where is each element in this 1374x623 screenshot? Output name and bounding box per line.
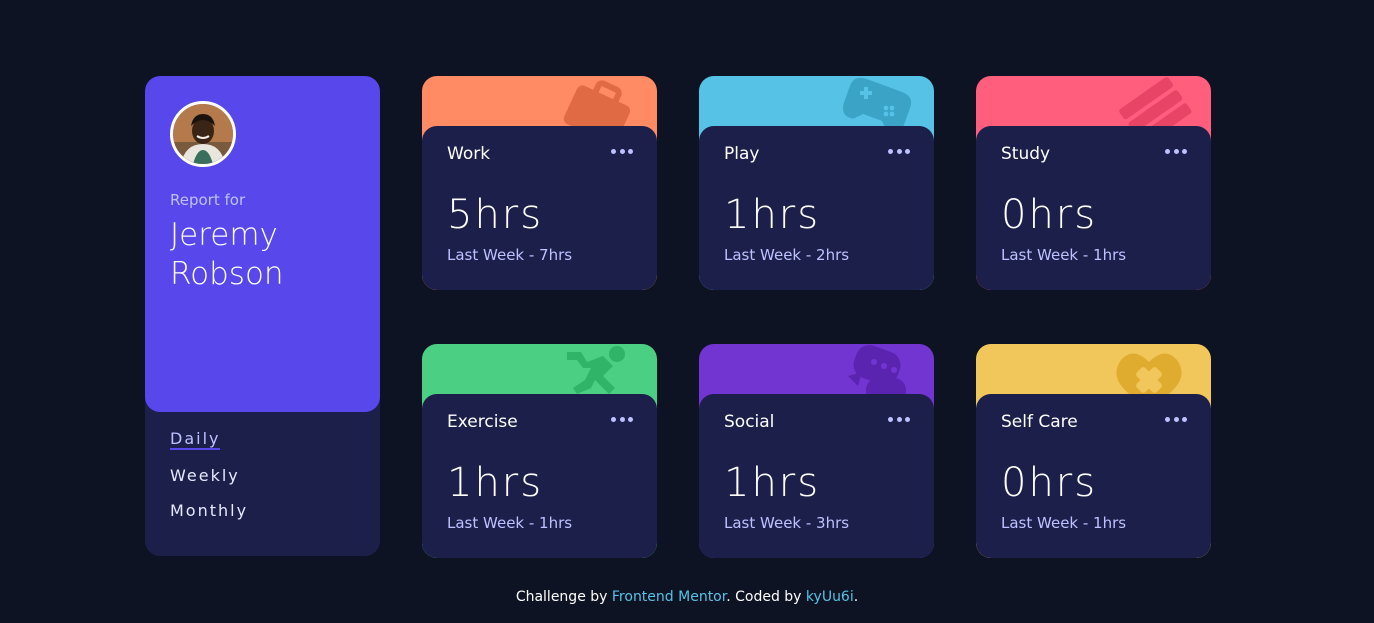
author-link[interactable]: kyUu6i: [806, 589, 854, 605]
attribution-footer: Challenge by Frontend Mentor. Coded by k…: [0, 589, 1374, 605]
activity-card-body[interactable]: Work 5hrs Last Week - 7hrs: [422, 126, 657, 290]
activity-card-body[interactable]: Play 1hrs Last Week - 2hrs: [699, 126, 934, 290]
profile-header: Report for Jeremy Robson: [145, 76, 380, 412]
previous-hours: Last Week - 1hrs: [447, 514, 573, 532]
current-hours: 5hrs: [447, 192, 544, 238]
activity-card-body[interactable]: Exercise 1hrs Last Week - 1hrs: [422, 394, 657, 558]
previous-hours: Last Week - 7hrs: [447, 246, 573, 264]
footer-prefix: Challenge by: [515, 589, 612, 605]
activity-card-play: Play 1hrs Last Week - 2hrs: [699, 76, 934, 290]
activity-title: Play: [724, 144, 760, 164]
activity-card-study: Study 0hrs Last Week - 1hrs: [976, 76, 1211, 290]
activity-title: Work: [447, 144, 491, 164]
activity-title: Study: [1001, 144, 1051, 164]
activity-title: Self Care: [1001, 412, 1078, 432]
previous-hours: Last Week - 1hrs: [1001, 246, 1127, 264]
ellipsis-icon[interactable]: [611, 144, 633, 158]
period-monthly[interactable]: Monthly: [170, 501, 248, 520]
ellipsis-icon[interactable]: [888, 144, 910, 158]
footer-middle: . Coded by: [726, 589, 806, 605]
ellipsis-icon[interactable]: [888, 412, 910, 426]
frontend-mentor-link[interactable]: Frontend Mentor: [612, 589, 726, 605]
activity-card-self-care: Self Care 0hrs Last Week - 1hrs: [976, 344, 1211, 558]
ellipsis-icon[interactable]: [1165, 144, 1187, 158]
current-hours: 1hrs: [724, 192, 821, 238]
footer-suffix: .: [853, 589, 859, 605]
user-name: Jeremy Robson: [170, 217, 284, 292]
current-hours: 1hrs: [447, 460, 544, 506]
activity-card-social: Social 1hrs Last Week - 3hrs: [699, 344, 934, 558]
previous-hours: Last Week - 1hrs: [1001, 514, 1127, 532]
period-weekly[interactable]: Weekly: [170, 466, 240, 485]
current-hours: 0hrs: [1001, 460, 1098, 506]
previous-hours: Last Week - 2hrs: [724, 246, 850, 264]
activity-card-work: Work 5hrs Last Week - 7hrs: [422, 76, 657, 290]
period-daily[interactable]: Daily: [170, 429, 221, 450]
activity-card-body[interactable]: Social 1hrs Last Week - 3hrs: [699, 394, 934, 558]
profile-card: Report for Jeremy Robson Daily Weekly Mo…: [145, 76, 380, 556]
activity-card-body[interactable]: Study 0hrs Last Week - 1hrs: [976, 126, 1211, 290]
report-for-label: Report for: [170, 191, 246, 209]
ellipsis-icon[interactable]: [1165, 412, 1187, 426]
avatar: [170, 101, 236, 167]
current-hours: 0hrs: [1001, 192, 1098, 238]
current-hours: 1hrs: [724, 460, 821, 506]
activity-title: Exercise: [447, 412, 518, 432]
previous-hours: Last Week - 3hrs: [724, 514, 850, 532]
activity-card-exercise: Exercise 1hrs Last Week - 1hrs: [422, 344, 657, 558]
activity-title: Social: [724, 412, 775, 432]
ellipsis-icon[interactable]: [611, 412, 633, 426]
activity-card-body[interactable]: Self Care 0hrs Last Week - 1hrs: [976, 394, 1211, 558]
user-avatar-photo-icon: [173, 104, 233, 164]
